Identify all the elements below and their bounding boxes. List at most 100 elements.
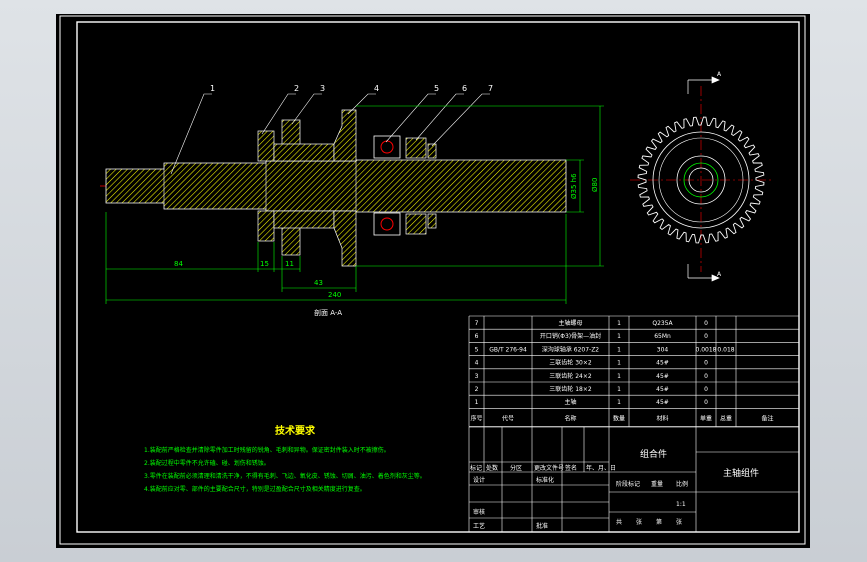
bom-cell-name: 三联齿轮 24×2 [549, 372, 592, 380]
tb-standard: 标准化 [536, 476, 554, 484]
bom-cell-qty: 1 [617, 346, 621, 353]
bom-cell-no: 7 [475, 320, 479, 327]
bom-cell-qty: 1 [617, 360, 621, 367]
bom-header-total: 总重 [720, 414, 732, 422]
bom-header-code: 代号 [502, 414, 514, 422]
title-center: 组合件 [640, 448, 667, 460]
bom-header-name: 名称 [564, 414, 576, 422]
note-line-3: 3.零件在装配前必须清理和清洗干净，不得有毛刺、飞边、氧化皮、锈蚀、切屑、油污、… [144, 472, 426, 480]
balloon-1: 1 [210, 84, 215, 93]
tb-review: 审核 [473, 508, 485, 516]
bom-cell-no: 3 [475, 373, 479, 380]
assembly-drawing: 1 2 3 4 5 6 7 84 15 11 43 240 Ø35 h6 Ø80… [59, 15, 806, 545]
bom-cell-no: 2 [475, 386, 479, 393]
bearing-top [373, 135, 401, 159]
section-label: 剖面 A-A [314, 308, 342, 317]
drawing-sheet[interactable]: 1 2 3 4 5 6 7 84 15 11 43 240 Ø35 h6 Ø80… [56, 14, 810, 548]
bom-cell-name: 主轴螺母 [558, 319, 582, 327]
bom-header-qty: 数量 [613, 414, 625, 422]
bearing-ball-top [380, 140, 394, 154]
gear-end-view [630, 86, 772, 272]
dim-43: 43 [314, 279, 323, 287]
tb-approve: 批准 [536, 522, 548, 530]
part-balloon-labels: 1 2 3 4 5 6 7 [210, 84, 493, 93]
bom-cell-material: 304 [657, 346, 669, 353]
bom-header-weight: 单重 [700, 414, 712, 422]
nut-ring-top [427, 143, 437, 159]
bom-cell-weight: 0 [704, 320, 708, 327]
rev-h3: 更改文件号 [534, 464, 564, 472]
title-block [468, 426, 800, 533]
notes-lines: 1.装配前严格检查并清除零件加工时残留的锐角、毛刺和异物。保证密封件装入时不被擦… [144, 446, 426, 493]
dim-11: 11 [285, 260, 294, 268]
bearing-bottom [373, 212, 401, 236]
tb-sheet-3: 张 [676, 518, 682, 526]
note-line-2: 2.装配过程中零件不允许磕、碰、划伤和锈蚀。 [144, 459, 270, 467]
cad-viewport[interactable]: 1 2 3 4 5 6 7 84 15 11 43 240 Ø35 h6 Ø80… [0, 0, 867, 562]
gear-2-bottom [257, 210, 275, 242]
bom-cell-name: 三联齿轮 18×2 [549, 385, 592, 393]
dim-dia-big: Ø80 [591, 178, 599, 192]
rev-h4: 签名 [565, 464, 577, 472]
tb-scale-value: 1:1 [676, 501, 686, 508]
balloon-7: 7 [488, 84, 493, 93]
bom-cell-weight: 0 [704, 360, 708, 367]
bom-cell-no: 1 [475, 399, 479, 406]
balloon-4: 4 [374, 84, 379, 93]
rev-h1: 处数 [486, 464, 498, 472]
bom-cell-material: 45# [656, 360, 669, 367]
bom-cell-name: 深沟球轴承 6207-Z2 [542, 345, 599, 353]
bom-cell-qty: 1 [617, 399, 621, 406]
dim-240: 240 [328, 291, 341, 299]
tb-design: 设计 [473, 476, 485, 484]
tb-process: 工艺 [473, 522, 485, 530]
rev-h0: 标记 [470, 464, 482, 472]
bom-cell-code: GB/T 276-94 [489, 346, 527, 353]
bom-cell-qty: 1 [617, 386, 621, 393]
tb-scale: 比例 [676, 480, 688, 488]
bom-cell-material: 45# [656, 386, 669, 393]
bom-header-note: 备注 [761, 414, 773, 422]
dim-15: 15 [260, 260, 269, 268]
section-mark-a-bottom: A [717, 271, 722, 278]
dim-dia-shaft: Ø35 h6 [570, 173, 578, 199]
bom-cell-name: 三联齿轮 30×2 [549, 359, 592, 367]
bom-cell-material: Q235A [652, 320, 673, 327]
bom-cell-weight: 0 [704, 386, 708, 393]
bom-cell-no: 6 [475, 333, 479, 340]
bom-table [468, 315, 800, 427]
shaft-body [105, 159, 567, 213]
gear-4-bottom [333, 210, 357, 267]
tb-weight: 重量 [651, 480, 663, 488]
bom-cell-weight: 0.0018 [696, 346, 717, 353]
rev-h5: 年、月、日 [586, 464, 616, 472]
tb-sheet-1: 张 [636, 518, 642, 526]
bom-cell-material: 45# [656, 373, 669, 380]
nut-top [405, 137, 427, 159]
gear-hub-top [273, 143, 335, 162]
bom-cell-material: 45# [656, 399, 669, 406]
bom-header-material: 材料 [656, 414, 668, 422]
gear-2-top [257, 130, 275, 162]
notes-title: 技术要求 [275, 424, 316, 437]
title-drawing-name: 主轴组件 [723, 467, 759, 479]
section-mark-a-top: A [717, 71, 722, 78]
rev-h2: 分区 [510, 464, 522, 472]
note-line-1: 1.装配前严格检查并清除零件加工时残留的锐角、毛刺和异物。保证密封件装入时不被擦… [144, 446, 390, 454]
bom-cell-weight: 0 [704, 333, 708, 340]
bom-cell-no: 5 [475, 346, 479, 353]
bom-text: 7 主轴螺母 1 Q235A 0 6 开口销(Φ3)骨架—油封 1 65Mn 0 5 GB/T 276… [470, 319, 773, 422]
tb-stage: 阶段标记 [616, 480, 640, 488]
balloon-6: 6 [462, 84, 467, 93]
bom-cell-name: 主轴 [564, 398, 576, 406]
bom-cell-weight: 0 [704, 373, 708, 380]
tb-sheet-0: 共 [616, 518, 622, 526]
bom-cell-weight: 0 [704, 399, 708, 406]
inner-frame [76, 21, 800, 533]
shaft-section-view [100, 109, 567, 267]
bom-cell-material: 65Mn [654, 333, 671, 340]
bom-cell-no: 4 [475, 360, 479, 367]
balloon-5: 5 [434, 84, 439, 93]
bom-cell-name: 开口销(Φ3)骨架—油封 [540, 332, 601, 340]
nut-bottom [405, 213, 427, 235]
